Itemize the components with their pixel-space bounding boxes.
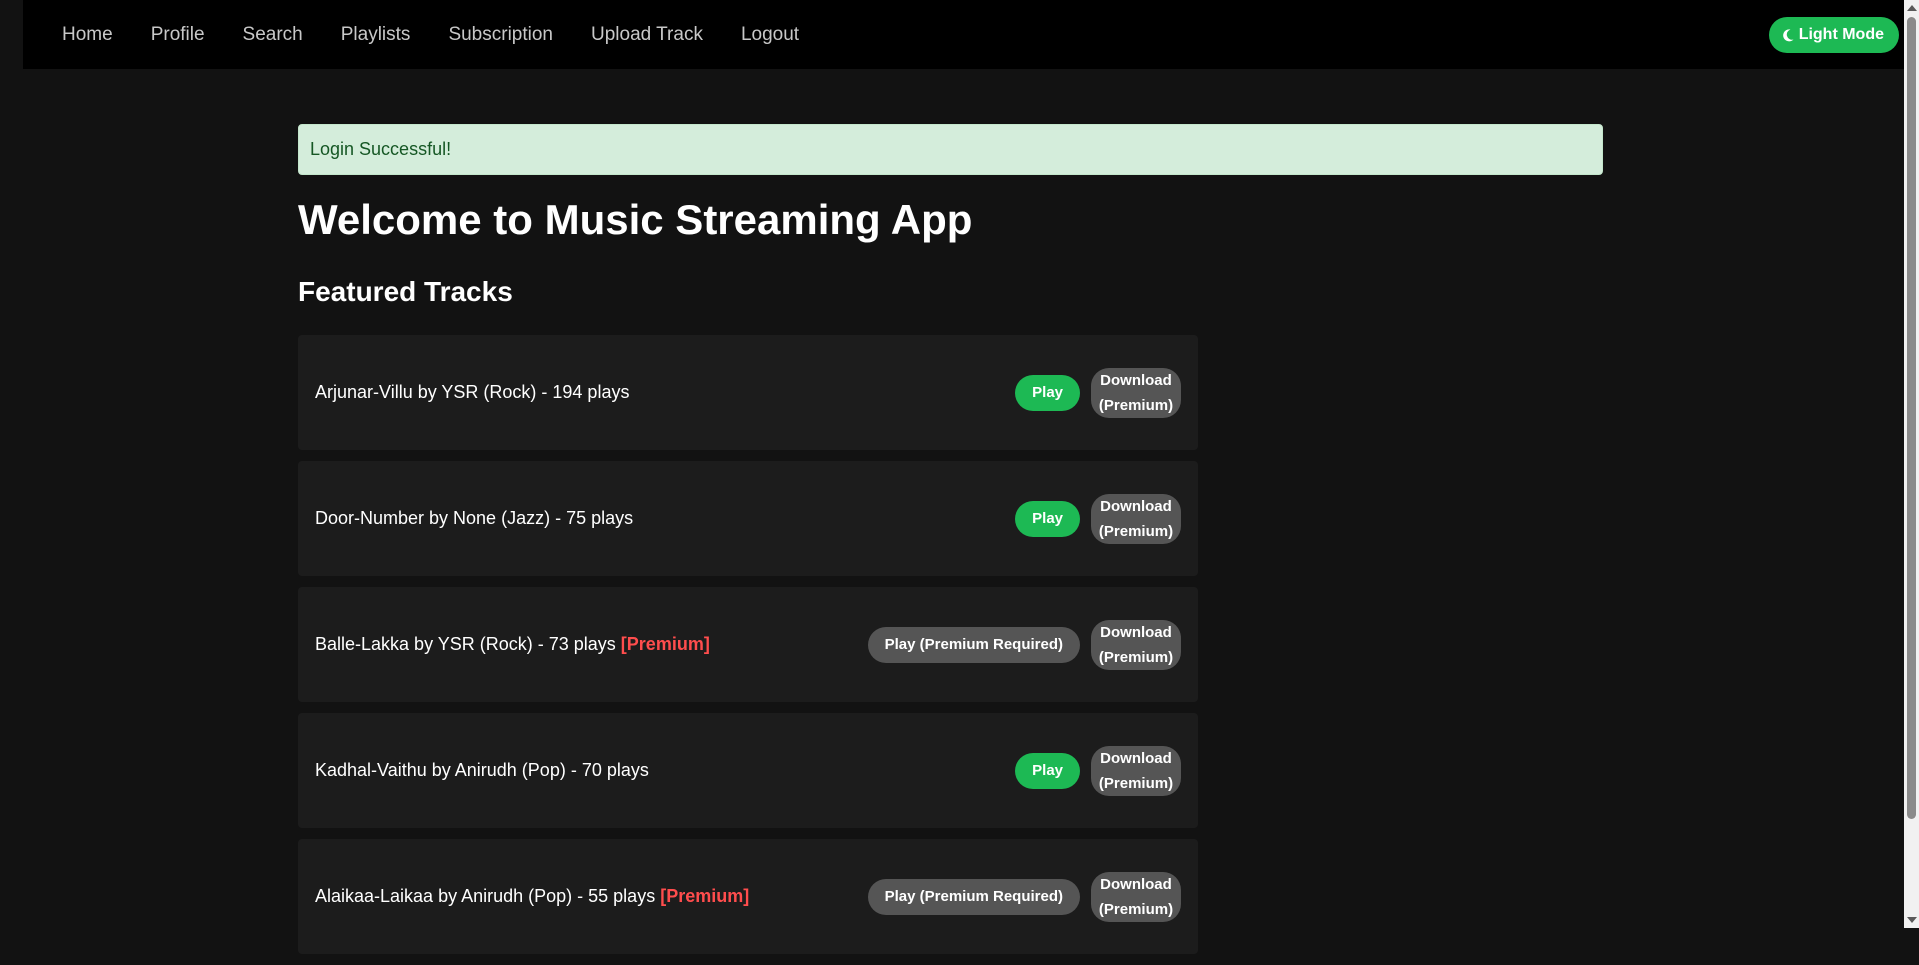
download-premium-button[interactable]: Download (Premium)	[1091, 367, 1181, 418]
track-title: Kadhal-Vaithu by Anirudh (Pop) - 70 play…	[315, 760, 649, 780]
nav-links: Home Profile Search Playlists Subscripti…	[62, 24, 837, 46]
featured-tracks-heading: Featured Tracks	[298, 276, 513, 307]
track-row: Balle-Lakka by YSR (Rock) - 73 plays [Pre…	[298, 587, 1198, 702]
download-premium-button[interactable]: Download (Premium)	[1091, 871, 1181, 922]
nav-link-subscription[interactable]: Subscription	[448, 24, 553, 46]
download-premium-note: (Premium)	[1098, 396, 1174, 414]
scroll-up-arrow-icon[interactable]	[1907, 5, 1917, 11]
play-button[interactable]: Play	[1015, 752, 1080, 789]
nav-link-home[interactable]: Home	[62, 24, 113, 46]
track-info: Balle-Lakka by YSR (Rock) - 73 plays [Pre…	[315, 634, 710, 655]
play-premium-required-button[interactable]: Play (Premium Required)	[867, 878, 1080, 915]
download-label: Download	[1100, 497, 1172, 515]
track-row: Kadhal-Vaithu by Anirudh (Pop) - 70 play…	[298, 713, 1198, 828]
page-scrollbar[interactable]	[1904, 0, 1919, 928]
download-premium-button[interactable]: Download (Premium)	[1091, 619, 1181, 670]
track-actions: Play Download (Premium)	[1015, 367, 1181, 418]
main-content: Login Successful! Welcome to Music Strea…	[298, 124, 1603, 965]
nav-link-profile[interactable]: Profile	[151, 24, 205, 46]
nav-link-upload-track[interactable]: Upload Track	[591, 24, 703, 46]
download-premium-note: (Premium)	[1098, 522, 1174, 540]
track-title: Balle-Lakka by YSR (Rock) - 73 plays	[315, 634, 616, 654]
download-premium-note: (Premium)	[1098, 774, 1174, 792]
track-info: Door-Number by None (Jazz) - 75 plays	[315, 508, 638, 529]
nav-link-logout[interactable]: Logout	[741, 24, 799, 46]
scrollbar-thumb[interactable]	[1907, 17, 1916, 819]
page-left-margin	[0, 0, 23, 928]
light-mode-label: Light Mode	[1798, 26, 1884, 43]
download-label: Download	[1100, 875, 1172, 893]
scroll-down-arrow-icon[interactable]	[1907, 917, 1917, 923]
track-actions: Play Download (Premium)	[1015, 745, 1181, 796]
track-info: Arjunar-Villu by YSR (Rock) - 194 plays	[315, 382, 634, 403]
track-title: Arjunar-Villu by YSR (Rock) - 194 plays	[315, 382, 630, 402]
track-info: Kadhal-Vaithu by Anirudh (Pop) - 70 play…	[315, 760, 654, 781]
download-label: Download	[1100, 749, 1172, 767]
track-row: Arjunar-Villu by YSR (Rock) - 194 plays …	[298, 335, 1198, 450]
track-row: Door-Number by None (Jazz) - 75 plays Pl…	[298, 461, 1198, 576]
moon-icon	[1782, 28, 1794, 41]
light-mode-toggle-button[interactable]: Light Mode	[1768, 17, 1899, 53]
play-button[interactable]: Play	[1015, 500, 1080, 537]
track-info: Alaikaa-Laikaa by Anirudh (Pop) - 55 pla…	[315, 886, 749, 907]
nav-link-playlists[interactable]: Playlists	[341, 24, 411, 46]
play-button[interactable]: Play	[1015, 374, 1080, 411]
track-row: Alaikaa-Laikaa by Anirudh (Pop) - 55 pla…	[298, 839, 1198, 954]
premium-tag: [Premium]	[660, 886, 750, 906]
download-label: Download	[1100, 371, 1172, 389]
download-premium-note: (Premium)	[1098, 900, 1174, 918]
page-title: Welcome to Music Streaming App	[298, 196, 973, 243]
download-premium-button[interactable]: Download (Premium)	[1091, 493, 1181, 544]
featured-track-list: Arjunar-Villu by YSR (Rock) - 194 plays …	[298, 335, 1198, 954]
track-actions: Play (Premium Required) Download (Premium…	[867, 871, 1181, 922]
download-label: Download	[1100, 623, 1172, 641]
top-navbar: Home Profile Search Playlists Subscripti…	[23, 0, 1904, 69]
download-premium-button[interactable]: Download (Premium)	[1091, 745, 1181, 796]
track-actions: Play Download (Premium)	[1015, 493, 1181, 544]
track-actions: Play (Premium Required) Download (Premium…	[867, 619, 1181, 670]
track-title: Door-Number by None (Jazz) - 75 plays	[315, 508, 634, 528]
login-success-alert: Login Successful!	[298, 124, 1603, 175]
play-premium-required-button[interactable]: Play (Premium Required)	[867, 626, 1080, 663]
premium-tag: [Premium]	[620, 634, 710, 654]
track-title: Alaikaa-Laikaa by Anirudh (Pop) - 55 pla…	[315, 886, 656, 906]
nav-link-search[interactable]: Search	[243, 24, 303, 46]
download-premium-note: (Premium)	[1098, 648, 1174, 666]
